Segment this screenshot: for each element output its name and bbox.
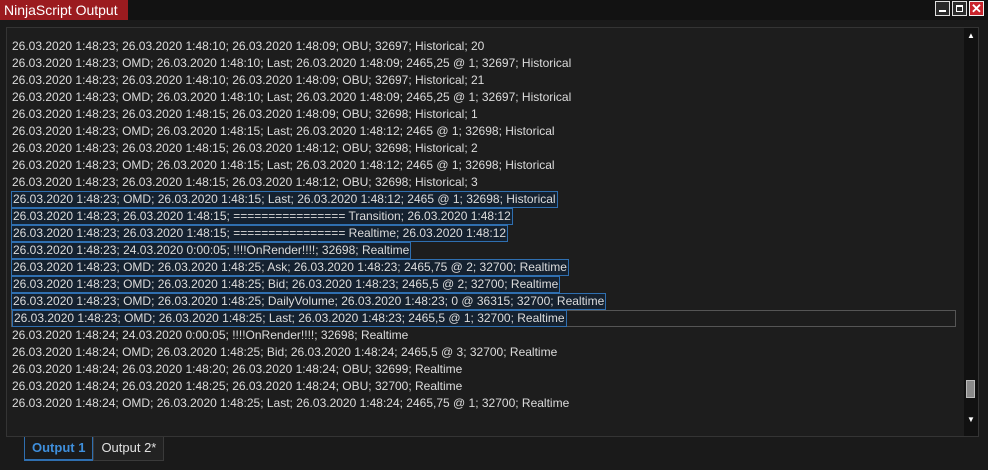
output-line[interactable]: 26.03.2020 1:48:23; OMD; 26.03.2020 1:48… [11, 293, 954, 310]
output-line[interactable]: 26.03.2020 1:48:24; OMD; 26.03.2020 1:48… [11, 395, 954, 412]
scroll-up-arrow-icon[interactable]: ▲ [965, 30, 977, 42]
output-line[interactable]: 26.03.2020 1:48:23; 26.03.2020 1:48:15; … [11, 208, 954, 225]
output-line[interactable]: 26.03.2020 1:48:23; 26.03.2020 1:48:10; … [11, 72, 954, 89]
scroll-down-arrow-icon[interactable]: ▼ [965, 414, 977, 426]
output-line[interactable]: 26.03.2020 1:48:23; 26.03.2020 1:48:15; … [11, 140, 954, 157]
output-line-text: 26.03.2020 1:48:24; 26.03.2020 1:48:25; … [12, 379, 463, 393]
output-line-text: 26.03.2020 1:48:23; 26.03.2020 1:48:15; … [11, 225, 509, 242]
output-line-text: 26.03.2020 1:48:23; 24.03.2020 0:00:05; … [11, 242, 412, 259]
output-line[interactable]: 26.03.2020 1:48:23; OMD; 26.03.2020 1:48… [11, 55, 954, 72]
output-line[interactable]: 26.03.2020 1:48:24; 26.03.2020 1:48:25; … [11, 378, 954, 395]
output-line-text: 26.03.2020 1:48:23; 26.03.2020 1:48:10; … [12, 73, 485, 87]
output-line[interactable]: 26.03.2020 1:48:23; 26.03.2020 1:48:15; … [11, 106, 954, 123]
close-icon: ✕ [971, 1, 982, 16]
output-line[interactable]: 26.03.2020 1:48:23; 26.03.2020 1:48:15; … [11, 225, 954, 242]
output-line-text: 26.03.2020 1:48:23; 26.03.2020 1:48:15; … [12, 107, 478, 121]
title-bar[interactable]: NinjaScript Output ✕ [0, 0, 988, 20]
maximize-icon [956, 5, 963, 12]
output-line-text: 26.03.2020 1:48:23; 26.03.2020 1:48:15; … [11, 208, 513, 225]
output-line-text: 26.03.2020 1:48:23; OMD; 26.03.2020 1:48… [11, 259, 569, 276]
minimize-button[interactable] [935, 1, 950, 16]
window-title: NinjaScript Output [0, 0, 128, 20]
scrollbar-thumb[interactable] [966, 380, 975, 398]
output-line[interactable]: 26.03.2020 1:48:23; OMD; 26.03.2020 1:48… [11, 89, 954, 106]
window-controls: ✕ [935, 1, 984, 16]
output-line-text: 26.03.2020 1:48:23; 26.03.2020 1:48:15; … [12, 175, 478, 189]
output-line[interactable]: 26.03.2020 1:48:24; 26.03.2020 1:48:20; … [11, 361, 954, 378]
output-line[interactable]: 26.03.2020 1:48:23; OMD; 26.03.2020 1:48… [11, 123, 954, 140]
output-line[interactable]: 26.03.2020 1:48:23; 26.03.2020 1:48:15; … [11, 174, 954, 191]
maximize-button[interactable] [952, 1, 967, 16]
output-line-text: 26.03.2020 1:48:23; 26.03.2020 1:48:15; … [12, 141, 478, 155]
close-button[interactable]: ✕ [969, 1, 984, 16]
tab-output-1[interactable]: Output 1 [24, 437, 94, 461]
output-line-text: 26.03.2020 1:48:24; OMD; 26.03.2020 1:48… [12, 345, 558, 359]
output-line-text: 26.03.2020 1:48:23; OMD; 26.03.2020 1:48… [12, 310, 567, 327]
minimize-icon [939, 10, 946, 12]
output-line-text: 26.03.2020 1:48:23; OMD; 26.03.2020 1:48… [11, 191, 558, 208]
output-line[interactable]: 26.03.2020 1:48:23; 26.03.2020 1:48:10; … [11, 38, 954, 55]
tab-output-2[interactable]: Output 2* [93, 437, 165, 461]
output-line-text: 26.03.2020 1:48:23; 26.03.2020 1:48:10; … [12, 39, 485, 53]
output-line[interactable]: 26.03.2020 1:48:24; OMD; 26.03.2020 1:48… [11, 344, 954, 361]
output-line[interactable]: 26.03.2020 1:48:23; OMD; 26.03.2020 1:48… [11, 310, 956, 327]
output-line-text: 26.03.2020 1:48:23; OMD; 26.03.2020 1:48… [12, 90, 572, 104]
output-line[interactable]: 26.03.2020 1:48:24; 24.03.2020 0:00:05; … [11, 327, 954, 344]
output-lines[interactable]: 26.03.2020 1:48:23; 26.03.2020 1:48:10; … [11, 38, 956, 412]
vertical-scrollbar[interactable]: ▲ ▼ [964, 28, 978, 436]
output-line[interactable]: 26.03.2020 1:48:23; OMD; 26.03.2020 1:48… [11, 276, 954, 293]
output-line-text: 26.03.2020 1:48:23; OMD; 26.03.2020 1:48… [11, 276, 561, 293]
output-tabs: Output 1 Output 2* [24, 437, 165, 461]
output-line[interactable]: 26.03.2020 1:48:23; OMD; 26.03.2020 1:48… [11, 157, 954, 174]
output-line-text: 26.03.2020 1:48:23; OMD; 26.03.2020 1:48… [11, 293, 607, 310]
output-line-text: 26.03.2020 1:48:23; OMD; 26.03.2020 1:48… [12, 56, 572, 70]
output-line-text: 26.03.2020 1:48:24; 24.03.2020 0:00:05; … [12, 328, 409, 342]
output-line[interactable]: 26.03.2020 1:48:23; OMD; 26.03.2020 1:48… [11, 191, 954, 208]
output-text-area[interactable]: 26.03.2020 1:48:23; 26.03.2020 1:48:10; … [6, 27, 979, 437]
output-line[interactable]: 26.03.2020 1:48:23; 24.03.2020 0:00:05; … [11, 242, 954, 259]
output-line-text: 26.03.2020 1:48:24; 26.03.2020 1:48:20; … [12, 362, 463, 376]
output-line-text: 26.03.2020 1:48:23; OMD; 26.03.2020 1:48… [12, 158, 555, 172]
output-line-text: 26.03.2020 1:48:24; OMD; 26.03.2020 1:48… [12, 396, 570, 410]
output-line-text: 26.03.2020 1:48:23; OMD; 26.03.2020 1:48… [12, 124, 555, 138]
output-line[interactable]: 26.03.2020 1:48:23; OMD; 26.03.2020 1:48… [11, 259, 954, 276]
